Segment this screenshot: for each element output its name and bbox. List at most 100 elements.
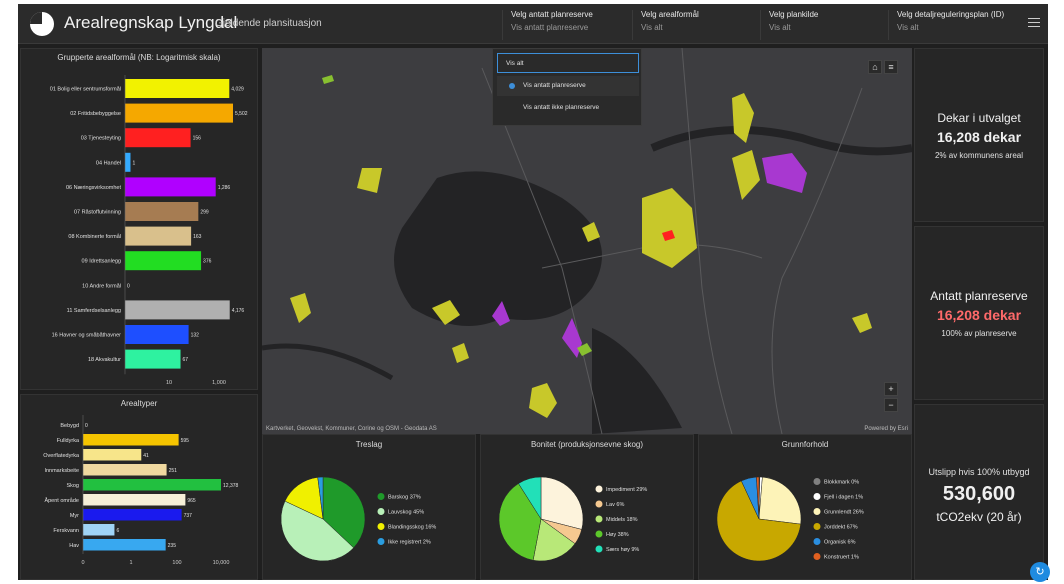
layer-list-icon[interactable]: ≡ — [884, 60, 898, 74]
legend-swatch — [377, 508, 385, 515]
filter-label: Velg plankilde — [769, 10, 819, 19]
stat-card-planreserve: Antatt planreserve 16,208 dekar 100% av … — [914, 226, 1044, 400]
hamburger-menu-icon[interactable] — [1028, 18, 1040, 28]
filter-label: Velg detaljreguleringsplan (ID) — [897, 10, 1005, 19]
filter-label: Velg antatt planreserve — [511, 10, 593, 19]
dropdown-option-ikke-planreserve[interactable]: Vis antatt ikke planreserve — [497, 98, 639, 118]
category-label: 01 Bolig eller sentrumsformål — [50, 86, 121, 93]
legend-label: Lav 6% — [606, 502, 624, 508]
zoom-in-button[interactable]: + — [884, 382, 898, 396]
category-label: Innmarksbeite — [44, 468, 79, 474]
dropdown-option-planreserve[interactable]: Vis antatt planreserve — [497, 76, 639, 96]
stat-note: 100% av planreserve — [941, 329, 1017, 338]
category-label: 10 Andre formål — [82, 282, 121, 289]
legend-swatch — [377, 493, 385, 500]
tick-label: 10,000 — [213, 560, 230, 566]
grunnforhold-pie-chart: Blokkmark 0% Fjell i dagen 1% Grunnlendt 2… — [716, 476, 864, 562]
legend-swatch — [595, 515, 603, 523]
zoom-out-button[interactable]: − — [884, 398, 898, 412]
category-label: Bebygd — [60, 423, 79, 429]
legend-label: Konstruert 1% — [824, 555, 859, 561]
legend-label: Lauvskog 45% — [388, 510, 424, 516]
filter-plankilde[interactable]: Velg plankilde Vis alt — [760, 10, 888, 40]
data-label: 12,378 — [223, 483, 239, 489]
category-label: 04 Handel — [96, 160, 121, 166]
panel-bonitet: Bonitet (produksjonsevne skog) Impedimen… — [480, 434, 694, 580]
filter-arealformal[interactable]: Velg arealformål Vis alt — [632, 10, 760, 40]
data-label: 965 — [187, 498, 196, 504]
category-label: 16 Havner og småbåthavner — [52, 332, 122, 339]
chart-title: Grunnforhold — [781, 440, 829, 449]
category-label: 18 Akvakultur — [88, 357, 121, 363]
legend-label: Fjell i dagen 1% — [824, 495, 863, 501]
legend-label: Jorddekt 67% — [824, 525, 858, 531]
legend-swatch — [595, 485, 603, 493]
stat-value: 16,208 dekar — [936, 129, 1022, 145]
data-label: 235 — [168, 543, 177, 549]
filter-planreserve[interactable]: Velg antatt planreserve Vis antatt planr… — [502, 10, 630, 40]
home-icon[interactable]: ⌂ — [868, 60, 882, 74]
tick-label: 100 — [172, 560, 181, 566]
stat-note: tCO2ekv (20 år) — [936, 510, 1022, 524]
bar — [125, 349, 181, 369]
bonitet-pie-chart: Impediment 29% Lav 6% Middels 18% Høy 38% Sæ… — [498, 476, 647, 562]
legend-swatch — [595, 500, 603, 508]
legend-label: Ikke registrert 2% — [388, 540, 431, 546]
data-label: 737 — [184, 513, 193, 519]
chart-title: Grupperte arealformål (NB: Logaritmisk s… — [57, 53, 221, 62]
chart-title: Bonitet (produksjonsevne skog) — [530, 440, 644, 449]
data-label: 376 — [203, 259, 212, 265]
bar — [125, 325, 189, 344]
option-label: Vis alt — [506, 60, 524, 67]
legend-swatch — [813, 478, 821, 485]
bar — [125, 152, 131, 172]
header-bar: Arealregnskap Lyngdal Gjeldende plansitu… — [18, 4, 1048, 44]
filter-value: Vis antatt planreserve — [511, 23, 589, 32]
stat-title: Dekar i utvalget — [937, 111, 1021, 125]
bar — [125, 79, 230, 98]
data-label: 163 — [193, 234, 202, 240]
tick-label: 1 — [129, 560, 132, 566]
data-label: 4,176 — [232, 308, 245, 314]
filter-detaljreguleringsplan[interactable]: Velg detaljreguleringsplan (ID) Vis alt — [888, 10, 1016, 40]
chart-title: Arealtyper — [120, 399, 158, 408]
bar — [83, 539, 166, 551]
bar — [125, 177, 216, 197]
bar — [83, 434, 179, 446]
app-subtitle: Gjeldende plansituasjon — [215, 18, 322, 29]
bar — [83, 509, 182, 521]
legend-swatch — [595, 545, 603, 553]
filter-value: Vis alt — [769, 23, 791, 32]
dashboard-frame: Arealregnskap Lyngdal Gjeldende plansitu… — [18, 4, 1048, 580]
bar — [125, 103, 233, 123]
legend-label: Høy 38% — [606, 532, 629, 538]
planreserve-dropdown[interactable]: Vis alt Vis antatt planreserve Vis antat… — [492, 48, 642, 126]
panel-treslag: Treslag Barskog 37% Lauvskog 45% Blandings… — [262, 434, 476, 580]
category-label: 11 Samferdselsanlegg — [67, 308, 121, 314]
option-label: Vis antatt ikke planreserve — [523, 104, 600, 111]
data-label: 1 — [132, 160, 135, 166]
bar — [125, 226, 192, 246]
bar — [83, 464, 167, 476]
data-label: 0 — [85, 423, 88, 429]
legend-label: Middels 18% — [606, 517, 638, 523]
filter-value: Vis alt — [897, 23, 919, 32]
powered-by-esri[interactable]: Powered by Esri — [864, 426, 908, 432]
data-label: 1,286 — [218, 185, 231, 191]
tick-label: 1,000 — [212, 380, 226, 386]
data-label: 0 — [127, 283, 130, 289]
legend-swatch — [377, 523, 385, 530]
stat-card-dekar-utvalget: Dekar i utvalget 16,208 dekar 2% av komm… — [914, 48, 1044, 222]
category-label: 03 Tjenesteyting — [81, 136, 121, 142]
legend-swatch — [813, 508, 821, 515]
tick-label: 0 — [81, 560, 84, 566]
refresh-button-icon[interactable]: ↻ — [1030, 562, 1050, 582]
category-label: 09 Idrettsanlegg — [82, 259, 121, 265]
pie-chart-logo-icon — [30, 12, 54, 36]
arealformal-bar-chart: 01 Bolig eller sentrumsformål 4,029 02 Fri… — [50, 75, 248, 386]
legend-label: Blandingsskog 16% — [388, 525, 436, 531]
category-label: 06 Næringsvirksomhet — [66, 185, 121, 191]
bar — [125, 128, 191, 148]
legend-swatch — [377, 538, 385, 545]
dropdown-option-vis-alt[interactable]: Vis alt — [497, 53, 639, 73]
